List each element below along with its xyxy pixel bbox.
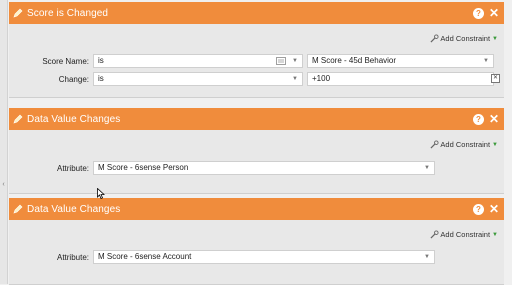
attribute-label: Attribute: bbox=[56, 164, 89, 173]
panel-header: Data Value Changes ? ✕ bbox=[9, 108, 504, 130]
score-name-operator-select[interactable]: is ▼ bbox=[93, 54, 303, 68]
close-icon[interactable]: ✕ bbox=[489, 7, 499, 19]
wrench-icon bbox=[430, 230, 439, 239]
score-name-operator-value: is bbox=[98, 56, 104, 65]
chevron-down-icon: ▼ bbox=[492, 141, 498, 148]
pencil-icon bbox=[13, 204, 23, 214]
change-value-input[interactable]: +100 bbox=[307, 72, 494, 86]
chevron-down-icon: ▼ bbox=[292, 58, 298, 64]
help-icon[interactable]: ? bbox=[472, 7, 484, 19]
list-icon[interactable] bbox=[276, 57, 286, 65]
help-icon[interactable]: ? bbox=[472, 203, 484, 215]
add-row-icon[interactable]: ✕ bbox=[491, 74, 500, 83]
attribute-value: M Score - 6sense Account bbox=[98, 252, 192, 261]
panel-data-value-changes-person: Data Value Changes ? ✕ Add Constraint ▼ … bbox=[9, 108, 504, 194]
pencil-icon bbox=[13, 8, 23, 18]
close-icon[interactable]: ✕ bbox=[489, 203, 499, 215]
chevron-down-icon: ▼ bbox=[483, 58, 489, 64]
score-name-value: M Score - 45d Behavior bbox=[312, 56, 397, 65]
change-label: Change: bbox=[58, 75, 89, 84]
help-icon[interactable]: ? bbox=[472, 113, 484, 125]
mouse-cursor-icon bbox=[97, 188, 105, 199]
add-constraint-button[interactable]: Add Constraint ▼ bbox=[430, 34, 498, 43]
panel-header: Data Value Changes ? ✕ bbox=[9, 198, 504, 220]
attribute-label: Attribute: bbox=[56, 253, 89, 262]
left-side-strip: ‹ bbox=[0, 0, 8, 284]
panel-header: Score is Changed ? ✕ bbox=[9, 2, 504, 24]
change-operator-select[interactable]: is ▼ bbox=[93, 72, 303, 86]
add-constraint-label: Add Constraint bbox=[440, 34, 491, 43]
add-constraint-label: Add Constraint bbox=[440, 230, 491, 239]
score-name-value-select[interactable]: M Score - 45d Behavior ▼ bbox=[307, 54, 494, 68]
change-operator-value: is bbox=[98, 74, 104, 83]
attribute-value: M Score - 6sense Person bbox=[98, 163, 189, 172]
attribute-select[interactable]: M Score - 6sense Person ▼ bbox=[93, 161, 435, 175]
chevron-down-icon: ▼ bbox=[492, 231, 498, 238]
add-constraint-button[interactable]: Add Constraint ▼ bbox=[430, 140, 498, 149]
chevron-down-icon: ▼ bbox=[292, 76, 298, 82]
close-icon[interactable]: ✕ bbox=[489, 113, 499, 125]
panel-title: Data Value Changes bbox=[27, 113, 121, 125]
add-constraint-button[interactable]: Add Constraint ▼ bbox=[430, 230, 498, 239]
attribute-select[interactable]: M Score - 6sense Account ▼ bbox=[93, 250, 435, 264]
panel-title: Data Value Changes bbox=[27, 203, 121, 215]
collapse-handle-icon[interactable]: ‹ bbox=[0, 178, 7, 192]
wrench-icon bbox=[430, 34, 439, 43]
panel-title: Score is Changed bbox=[27, 7, 109, 19]
add-constraint-label: Add Constraint bbox=[440, 140, 491, 149]
pencil-icon bbox=[13, 114, 23, 124]
change-value: +100 bbox=[312, 74, 331, 83]
chevron-down-icon: ▼ bbox=[492, 35, 498, 42]
wrench-icon bbox=[430, 140, 439, 149]
score-name-label: Score Name: bbox=[42, 57, 89, 66]
panel-data-value-changes-account: Data Value Changes ? ✕ Add Constraint ▼ … bbox=[9, 198, 504, 285]
chevron-down-icon: ▼ bbox=[424, 254, 430, 260]
chevron-down-icon: ▼ bbox=[424, 165, 430, 171]
panel-score-is-changed: Score is Changed ? ✕ Add Constraint ▼ Sc… bbox=[9, 2, 504, 98]
